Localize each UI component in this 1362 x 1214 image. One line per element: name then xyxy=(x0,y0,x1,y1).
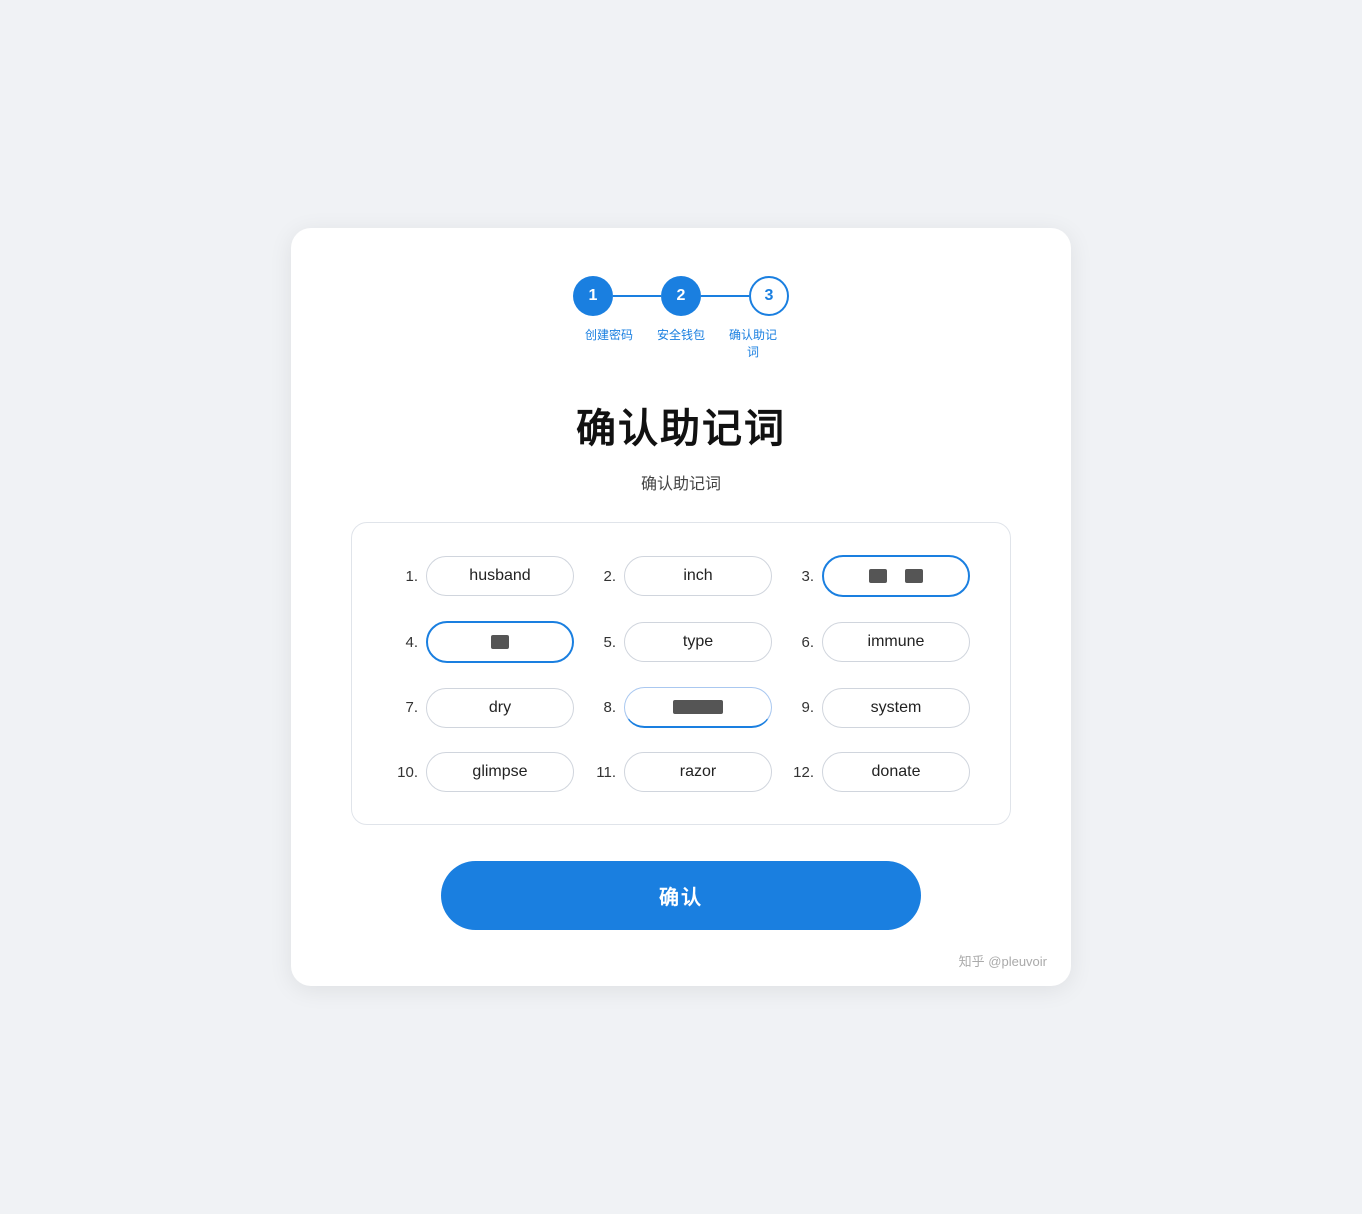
redacted-icon-4 xyxy=(491,635,509,649)
word-pill-9[interactable]: system xyxy=(822,688,970,728)
word-item-6: 6. immune xyxy=(788,621,970,663)
word-item-3: 3. xyxy=(788,555,970,597)
page-title: 确认助记词 xyxy=(351,396,1011,454)
step-line-1 xyxy=(613,295,661,297)
step-1-label: 创建密码 xyxy=(573,326,645,343)
step-2-label: 安全钱包 xyxy=(645,326,717,343)
word-item-12: 12. donate xyxy=(788,752,970,792)
word-item-2: 2. inch xyxy=(590,555,772,597)
step-3-label: 确认助记词 xyxy=(717,326,789,360)
stepper: 1 2 3 创建密码 安全钱包 确认助记词 xyxy=(351,276,1011,360)
word-number-9: 9. xyxy=(788,699,814,716)
word-pill-5[interactable]: type xyxy=(624,622,772,662)
word-number-6: 6. xyxy=(788,634,814,651)
word-item-11: 11. razor xyxy=(590,752,772,792)
page-subtitle: 确认助记词 xyxy=(351,470,1011,494)
word-number-11: 11. xyxy=(590,764,616,781)
word-item-5: 5. type xyxy=(590,621,772,663)
word-item-8: 8. xyxy=(590,687,772,728)
word-number-4: 4. xyxy=(392,634,418,651)
word-number-2: 2. xyxy=(590,568,616,585)
main-card: 1 2 3 创建密码 安全钱包 确认助记词 确认助记词 确认助记词 1. hus… xyxy=(291,228,1071,986)
word-number-10: 10. xyxy=(392,764,418,781)
word-pill-4[interactable] xyxy=(426,621,574,663)
word-grid-box: 1. husband 2. inch 3. 4. xyxy=(351,522,1011,825)
word-number-5: 5. xyxy=(590,634,616,651)
word-item-7: 7. dry xyxy=(392,687,574,728)
word-number-7: 7. xyxy=(392,699,418,716)
word-pill-2[interactable]: inch xyxy=(624,556,772,596)
word-pill-8[interactable] xyxy=(624,687,772,728)
word-number-8: 8. xyxy=(590,699,616,716)
step-line-2 xyxy=(701,295,749,297)
stepper-labels: 创建密码 安全钱包 确认助记词 xyxy=(573,326,789,360)
word-grid: 1. husband 2. inch 3. 4. xyxy=(392,555,970,792)
word-item-10: 10. glimpse xyxy=(392,752,574,792)
redacted-icon-8 xyxy=(673,700,723,714)
word-item-4: 4. xyxy=(392,621,574,663)
redacted-icon-3b xyxy=(905,569,923,583)
step-1-circle: 1 xyxy=(573,276,613,316)
word-pill-3[interactable] xyxy=(822,555,970,597)
step-3-circle: 3 xyxy=(749,276,789,316)
step-2-circle: 2 xyxy=(661,276,701,316)
word-number-12: 12. xyxy=(788,764,814,781)
word-pill-10[interactable]: glimpse xyxy=(426,752,574,792)
word-pill-11[interactable]: razor xyxy=(624,752,772,792)
redacted-icon-3a xyxy=(869,569,887,583)
stepper-circles: 1 2 3 xyxy=(573,276,789,316)
word-pill-7[interactable]: dry xyxy=(426,688,574,728)
word-pill-6[interactable]: immune xyxy=(822,622,970,662)
watermark: 知乎 @pleuvoir xyxy=(959,951,1047,970)
word-number-1: 1. xyxy=(392,568,418,585)
word-pill-12[interactable]: donate xyxy=(822,752,970,792)
word-item-1: 1. husband xyxy=(392,555,574,597)
word-number-3: 3. xyxy=(788,568,814,585)
word-pill-1[interactable]: husband xyxy=(426,556,574,596)
confirm-button[interactable]: 确认 xyxy=(441,861,921,930)
word-item-9: 9. system xyxy=(788,687,970,728)
